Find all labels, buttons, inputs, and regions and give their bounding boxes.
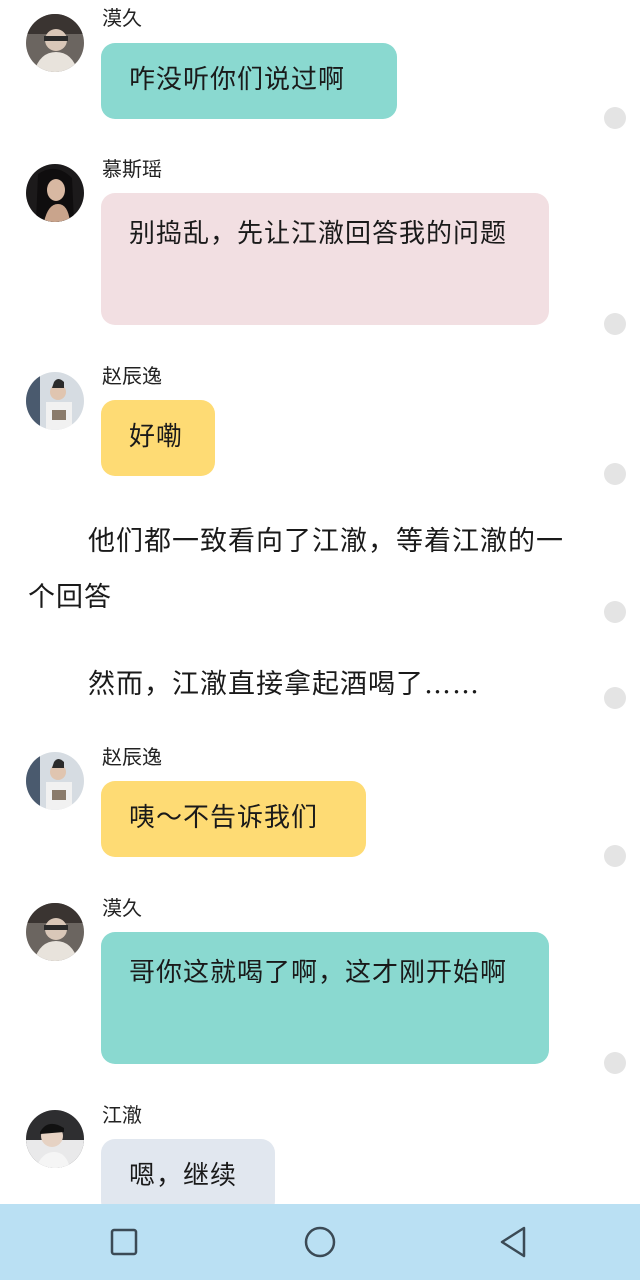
status-dot	[604, 313, 626, 335]
narration-paragraph: 然而，江澈直接拿起酒喝了……	[88, 669, 480, 700]
status-dot	[604, 687, 626, 709]
sender-name: 漠久	[102, 6, 142, 30]
status-dot	[604, 845, 626, 867]
sender-name: 赵辰逸	[102, 364, 162, 388]
sender-name: 赵辰逸	[102, 745, 162, 769]
status-dot	[604, 601, 626, 623]
message-bubble[interactable]: 咋没听你们说过啊	[101, 43, 397, 119]
sender-name: 江澈	[102, 1103, 142, 1127]
message-bubble[interactable]: 哥你这就喝了啊，这才刚开始啊	[101, 932, 549, 1064]
square-icon	[110, 1228, 138, 1256]
sender-name: 慕斯瑶	[102, 157, 162, 181]
back-button[interactable]	[494, 1222, 534, 1262]
circle-icon	[304, 1226, 336, 1258]
avatar[interactable]	[26, 14, 84, 72]
narration-paragraph: 他们都一致看向了江澈，等着江澈的一个回答	[28, 526, 564, 613]
avatar[interactable]	[26, 372, 84, 430]
message-bubble[interactable]: 好嘞	[101, 400, 215, 476]
avatar[interactable]	[26, 903, 84, 961]
recent-apps-button[interactable]	[104, 1222, 144, 1262]
status-dot	[604, 463, 626, 485]
navigation-bar	[0, 1204, 640, 1280]
avatar[interactable]	[26, 752, 84, 810]
message-bubble[interactable]: 咦～不告诉我们	[101, 781, 366, 857]
triangle-back-icon	[500, 1226, 526, 1258]
chat-screen: 漠久 咋没听你们说过啊 慕斯瑶 别捣乱，先让江澈回答我的问题 赵辰逸 好嘞 他们…	[0, 0, 640, 1280]
message-bubble[interactable]: 别捣乱，先让江澈回答我的问题	[101, 193, 549, 325]
status-dot	[604, 107, 626, 129]
avatar[interactable]	[26, 1110, 84, 1168]
home-button[interactable]	[300, 1222, 340, 1262]
status-dot	[604, 1052, 626, 1074]
sender-name: 漠久	[102, 896, 142, 920]
avatar[interactable]	[26, 164, 84, 222]
